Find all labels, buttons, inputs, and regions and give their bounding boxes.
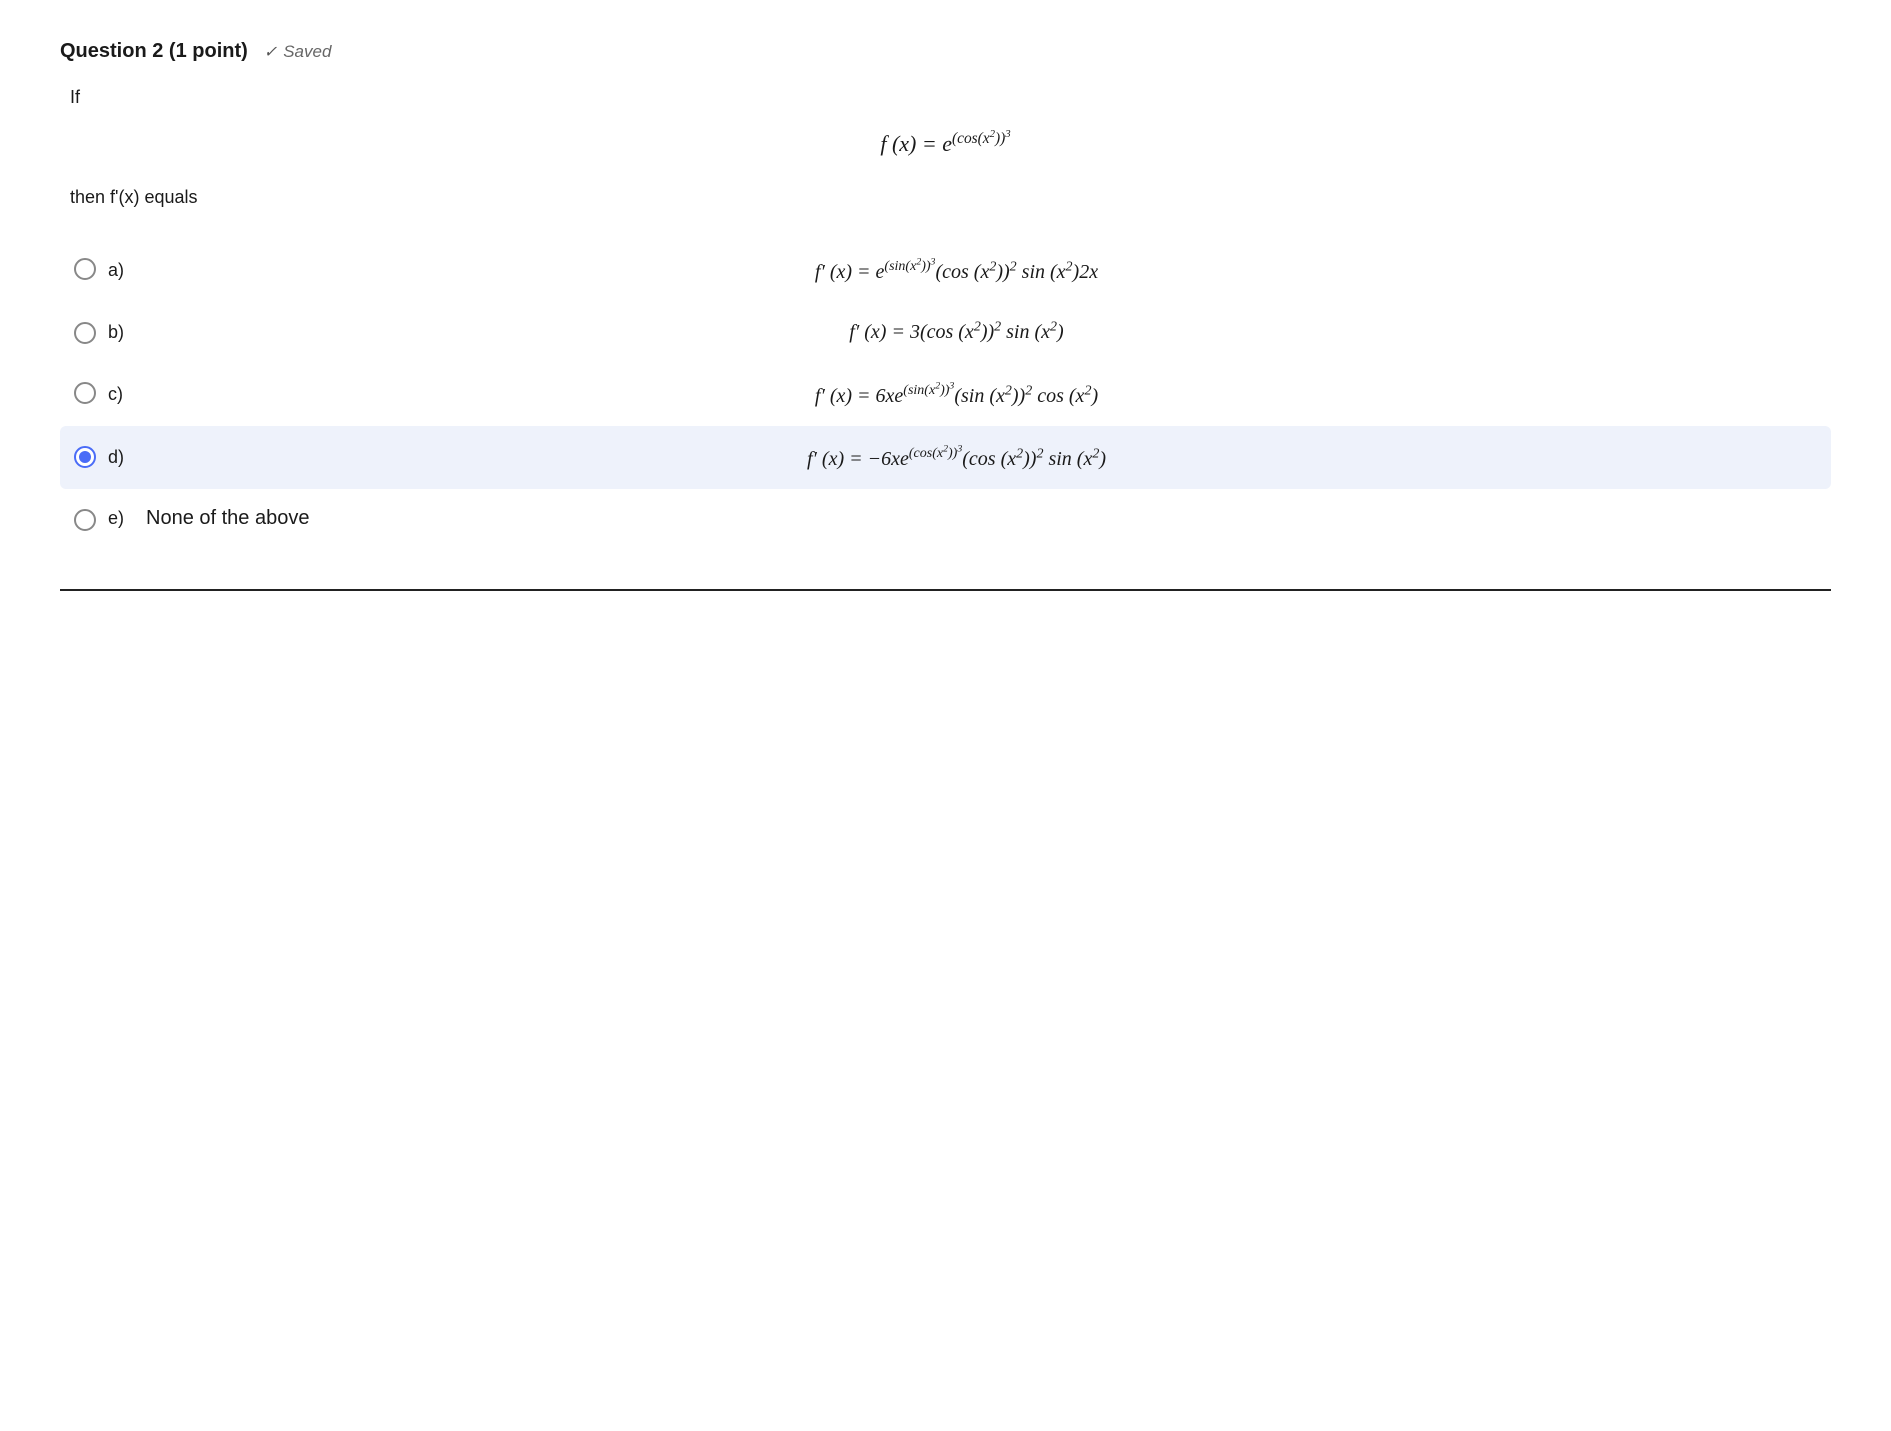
radio-e[interactable] bbox=[74, 509, 96, 531]
if-text: If bbox=[60, 87, 1831, 108]
main-formula: f (x) = e(cos(x2))3 bbox=[60, 128, 1831, 157]
option-b[interactable]: b) f′ (x) = 3(cos (x2))2 sin (x2) bbox=[60, 302, 1831, 363]
option-c-label: c) bbox=[108, 384, 136, 405]
option-d[interactable]: d) f′ (x) = −6xe(cos(x2))3(cos (x2))2 si… bbox=[60, 426, 1831, 489]
option-a-formula: f′ (x) = e(sin(x2))3(cos (x2))2 sin (x2)… bbox=[136, 256, 1817, 283]
option-e-formula: None of the above bbox=[136, 507, 1817, 530]
radio-d-inner bbox=[79, 451, 91, 463]
section-divider bbox=[60, 589, 1831, 591]
check-icon: ✓ bbox=[264, 42, 277, 62]
option-d-label: d) bbox=[108, 447, 136, 468]
option-e[interactable]: e) None of the above bbox=[60, 489, 1831, 549]
question-header: Question 2 (1 point) ✓ Saved bbox=[60, 40, 1831, 63]
saved-text: Saved bbox=[283, 42, 331, 62]
option-a[interactable]: a) f′ (x) = e(sin(x2))3(cos (x2))2 sin (… bbox=[60, 238, 1831, 301]
radio-c[interactable] bbox=[74, 382, 96, 404]
options-list: a) f′ (x) = e(sin(x2))3(cos (x2))2 sin (… bbox=[60, 238, 1831, 549]
option-b-formula: f′ (x) = 3(cos (x2))2 sin (x2) bbox=[136, 320, 1817, 345]
question-body: If f (x) = e(cos(x2))3 then f'(x) equals bbox=[60, 87, 1831, 208]
question-title: Question 2 (1 point) bbox=[60, 40, 248, 63]
saved-status: ✓ Saved bbox=[264, 42, 332, 62]
option-d-formula: f′ (x) = −6xe(cos(x2))3(cos (x2))2 sin (… bbox=[136, 444, 1817, 471]
radio-b[interactable] bbox=[74, 322, 96, 344]
option-a-label: a) bbox=[108, 260, 136, 281]
option-b-label: b) bbox=[108, 322, 136, 343]
option-c[interactable]: c) f′ (x) = 6xe(sin(x2))3(sin (x2))2 cos… bbox=[60, 362, 1831, 425]
option-e-label: e) bbox=[108, 508, 136, 529]
option-c-formula: f′ (x) = 6xe(sin(x2))3(sin (x2))2 cos (x… bbox=[136, 380, 1817, 407]
then-text: then f'(x) equals bbox=[60, 187, 1831, 208]
radio-d[interactable] bbox=[74, 446, 96, 468]
radio-a[interactable] bbox=[74, 258, 96, 280]
